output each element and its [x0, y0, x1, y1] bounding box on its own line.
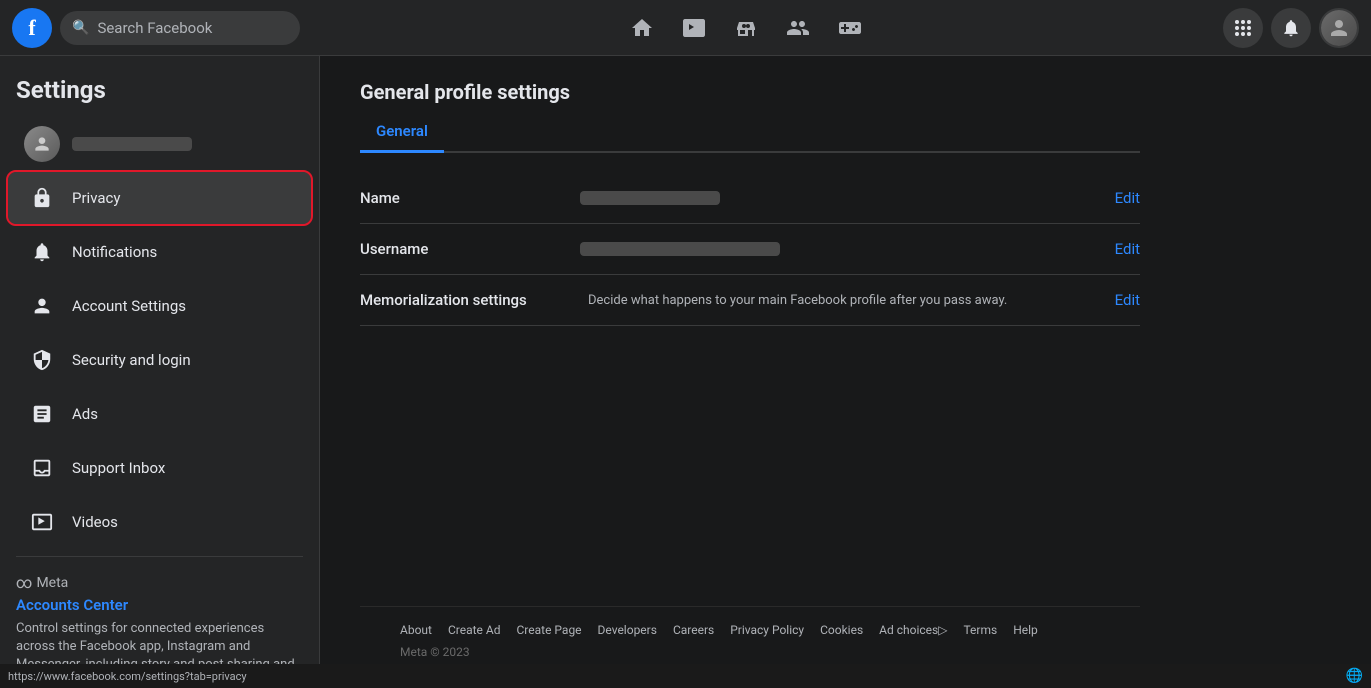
friends-nav-button[interactable]: [774, 4, 822, 52]
memorialization-row: Memorialization settings Decide what hap…: [360, 275, 1140, 326]
username-edit-button[interactable]: Edit: [1099, 240, 1140, 258]
memorialization-edit-button[interactable]: Edit: [1099, 291, 1140, 309]
page-title: General profile settings: [360, 80, 1140, 104]
search-icon: 🔍: [72, 20, 89, 36]
footer-help[interactable]: Help: [1013, 623, 1038, 637]
sidebar-user-avatar: [24, 126, 60, 162]
lock-icon: [24, 180, 60, 216]
name-label: Name: [360, 189, 580, 207]
topnav-center: [332, 4, 1159, 52]
username-blurred-value: [580, 242, 780, 256]
sidebar-item-security-login-label: Security and login: [72, 351, 191, 369]
shield-icon: [24, 342, 60, 378]
sidebar-item-account-settings-label: Account Settings: [72, 297, 186, 315]
notifications-bell-button[interactable]: [1271, 8, 1311, 48]
sidebar-item-notifications-label: Notifications: [72, 243, 157, 261]
bell-icon: [24, 234, 60, 270]
memorialization-label: Memorialization settings: [360, 291, 580, 309]
sidebar-item-support-inbox-label: Support Inbox: [72, 459, 165, 477]
home-nav-button[interactable]: [618, 4, 666, 52]
username-row: Username Edit: [360, 224, 1140, 275]
main-content: General profile settings General Name Ed…: [320, 56, 1371, 688]
sidebar-item-privacy-label: Privacy: [72, 189, 120, 207]
statusbar: https://www.facebook.com/settings?tab=pr…: [0, 664, 1371, 688]
tab-general[interactable]: General: [360, 112, 444, 153]
globe-icon: 🌐: [1346, 668, 1363, 684]
sidebar-item-ads-label: Ads: [72, 405, 98, 423]
footer-create-page[interactable]: Create Page: [516, 623, 581, 637]
sidebar-item-ads[interactable]: Ads: [8, 388, 311, 440]
name-blurred-value: [580, 191, 720, 205]
avatar-placeholder: [1321, 10, 1357, 46]
sidebar-divider: [16, 556, 303, 557]
topnav-right: [1159, 8, 1359, 48]
sidebar-item-videos[interactable]: Videos: [8, 496, 311, 548]
sidebar-user-name: [72, 137, 192, 151]
ads-icon: [24, 396, 60, 432]
inbox-icon: [24, 450, 60, 486]
sidebar-item-support-inbox[interactable]: Support Inbox: [8, 442, 311, 494]
person-icon: [24, 288, 60, 324]
footer-developers[interactable]: Developers: [598, 623, 657, 637]
meta-logo: ∞ Meta: [16, 573, 303, 592]
footer-privacy-policy[interactable]: Privacy Policy: [730, 623, 804, 637]
footer-links: About Create Ad Create Page Developers C…: [400, 623, 1100, 637]
footer-ad-choices[interactable]: Ad choices▷: [879, 623, 947, 637]
sidebar-item-account-settings[interactable]: Account Settings: [8, 280, 311, 332]
user-avatar-button[interactable]: [1319, 8, 1359, 48]
sidebar-item-notifications[interactable]: Notifications: [8, 226, 311, 278]
footer-careers[interactable]: Careers: [673, 623, 714, 637]
username-value: [580, 242, 1099, 256]
search-bar[interactable]: 🔍 Search Facebook: [60, 11, 300, 45]
facebook-logo[interactable]: f: [12, 8, 52, 48]
name-value: [580, 191, 1099, 205]
footer-copyright: Meta © 2023: [400, 645, 1100, 659]
search-placeholder-text: Search Facebook: [97, 19, 212, 37]
topnav-left: f 🔍 Search Facebook: [12, 8, 332, 48]
main-layout: Settings Privacy: [0, 56, 1371, 688]
footer-cookies[interactable]: Cookies: [820, 623, 863, 637]
name-row: Name Edit: [360, 173, 1140, 224]
sidebar-item-videos-label: Videos: [72, 513, 118, 531]
memorialization-value: Decide what happens to your main Faceboo…: [580, 293, 1099, 308]
fb-logo-letter: f: [28, 15, 35, 41]
video-icon: [24, 504, 60, 540]
content-tabs: General: [360, 112, 1140, 153]
watch-nav-button[interactable]: [670, 4, 718, 52]
username-label: Username: [360, 240, 580, 258]
sidebar-item-privacy[interactable]: Privacy: [8, 172, 311, 224]
sidebar-title: Settings: [0, 68, 319, 116]
grid-menu-button[interactable]: [1223, 8, 1263, 48]
content-inner: General profile settings General Name Ed…: [320, 56, 1180, 688]
gaming-nav-button[interactable]: [826, 4, 874, 52]
footer-create-ad[interactable]: Create Ad: [448, 623, 501, 637]
footer-about[interactable]: About: [400, 623, 432, 637]
sidebar-user-item[interactable]: [8, 118, 311, 170]
memorialization-description: Decide what happens to your main Faceboo…: [588, 293, 1007, 308]
meta-infinity-icon: ∞: [16, 573, 32, 592]
meta-label: Meta: [36, 575, 68, 591]
statusbar-url: https://www.facebook.com/settings?tab=pr…: [8, 670, 247, 683]
accounts-center-link[interactable]: Accounts Center: [16, 596, 303, 614]
marketplace-nav-button[interactable]: [722, 4, 770, 52]
sidebar: Settings Privacy: [0, 56, 320, 688]
topnav: f 🔍 Search Facebook: [0, 0, 1371, 56]
name-edit-button[interactable]: Edit: [1099, 189, 1140, 207]
sidebar-item-security-login[interactable]: Security and login: [8, 334, 311, 386]
footer-terms[interactable]: Terms: [963, 623, 997, 637]
